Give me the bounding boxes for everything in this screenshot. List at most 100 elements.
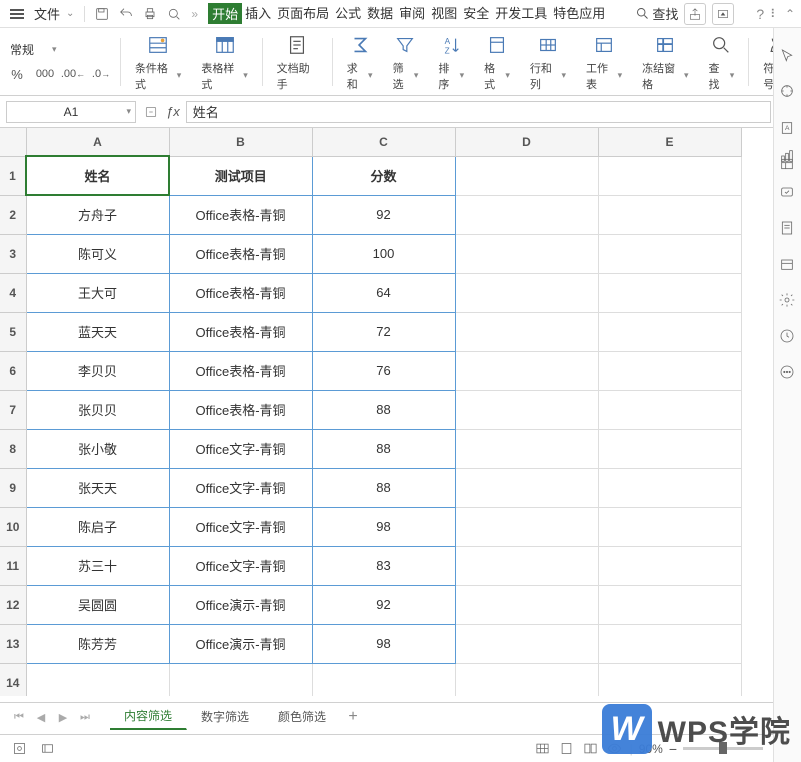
cell[interactable]: 88	[312, 390, 455, 429]
cell[interactable]	[455, 195, 598, 234]
cell[interactable]: 王大可	[26, 273, 169, 312]
help-side-icon[interactable]	[779, 256, 797, 274]
row-header[interactable]: 8	[0, 429, 26, 468]
cell[interactable]: Office文字-青铜	[169, 429, 312, 468]
cell[interactable]	[455, 429, 598, 468]
freeze-button[interactable]: 冻结窗格▾	[636, 30, 694, 94]
cell[interactable]	[598, 468, 741, 507]
cell[interactable]: 陈启子	[26, 507, 169, 546]
cell[interactable]	[598, 507, 741, 546]
cell[interactable]: 100	[312, 234, 455, 273]
help-icon[interactable]: ?	[756, 6, 764, 22]
row-header[interactable]: 2	[0, 195, 26, 234]
decimal-inc-button[interactable]: .00←	[62, 64, 84, 84]
record-macro-icon[interactable]	[10, 740, 28, 758]
row-header[interactable]: 1	[0, 156, 26, 195]
find-button[interactable]: 查找▾	[703, 30, 741, 94]
cell[interactable]: Office演示-青铜	[169, 585, 312, 624]
cell[interactable]	[455, 624, 598, 663]
tab-layout[interactable]: 页面布局	[274, 3, 332, 24]
doc-helper-button[interactable]: 文档助手	[271, 30, 324, 94]
fx-icon[interactable]: ƒx	[166, 104, 180, 119]
cell[interactable]	[598, 429, 741, 468]
row-header[interactable]: 7	[0, 390, 26, 429]
cell[interactable]	[598, 273, 741, 312]
undo-icon[interactable]	[115, 3, 137, 25]
minimize-ribbon-icon[interactable]: ⌃	[785, 7, 795, 21]
cell[interactable]	[455, 585, 598, 624]
cell[interactable]	[598, 624, 741, 663]
thousand-button[interactable]: 000	[34, 64, 56, 84]
row-header[interactable]: 4	[0, 273, 26, 312]
decimal-dec-button[interactable]: .0→	[90, 64, 112, 84]
tab-formula[interactable]: 公式	[332, 3, 364, 24]
cell[interactable]: Office表格-青铜	[169, 195, 312, 234]
template-icon[interactable]	[779, 220, 797, 238]
row-header[interactable]: 12	[0, 585, 26, 624]
tab-data[interactable]: 数据	[364, 3, 396, 24]
cell[interactable]: Office表格-青铜	[169, 351, 312, 390]
row-header[interactable]: 13	[0, 624, 26, 663]
filter-button[interactable]: 筛选▾	[387, 30, 425, 94]
menu-file[interactable]: 文件	[30, 4, 64, 23]
fx-cancel-icon[interactable]	[142, 103, 160, 121]
cell-b1[interactable]: 测试项目	[169, 156, 312, 195]
tab-start[interactable]: 开始	[208, 3, 242, 24]
cell[interactable]: 李贝贝	[26, 351, 169, 390]
cell[interactable]: Office文字-青铜	[169, 507, 312, 546]
layout-icon[interactable]	[779, 156, 797, 174]
percent-button[interactable]: %	[6, 64, 28, 84]
cell[interactable]: 张天天	[26, 468, 169, 507]
cell[interactable]	[598, 390, 741, 429]
format-button[interactable]: 格式▾	[478, 30, 516, 94]
format-select[interactable]: 常规	[6, 39, 46, 60]
cell[interactable]: 88	[312, 468, 455, 507]
col-header-d[interactable]: D	[455, 128, 598, 156]
save-icon[interactable]	[91, 3, 113, 25]
row-header[interactable]: 5	[0, 312, 26, 351]
sheet-tab-1[interactable]: 内容筛选	[110, 703, 187, 730]
sheet-tab-3[interactable]: 颜色筛选	[264, 704, 341, 729]
cell[interactable]: Office表格-青铜	[169, 390, 312, 429]
rowcol-button[interactable]: 行和列▾	[524, 30, 572, 94]
cell[interactable]	[598, 585, 741, 624]
row-header[interactable]: 6	[0, 351, 26, 390]
grid-table[interactable]: A B C D E 1 姓名 测试项目 分数 2 方舟子 Office表格-青铜…	[0, 128, 742, 696]
cell[interactable]: Office表格-青铜	[169, 312, 312, 351]
cell[interactable]	[455, 312, 598, 351]
view-split-icon[interactable]	[582, 740, 600, 758]
tab-security[interactable]: 安全	[460, 3, 492, 24]
view-normal-icon[interactable]	[534, 740, 552, 758]
cell[interactable]: 吴圆圆	[26, 585, 169, 624]
cell[interactable]: 92	[312, 585, 455, 624]
collapse-icon[interactable]	[712, 3, 734, 25]
tab-dev[interactable]: 开发工具	[492, 3, 550, 24]
cell[interactable]: 张贝贝	[26, 390, 169, 429]
row-header[interactable]: 14	[0, 663, 26, 696]
cell[interactable]: 陈芳芳	[26, 624, 169, 663]
menu-file-dropdown-icon[interactable]: ⌄	[66, 8, 78, 19]
row-header[interactable]: 9	[0, 468, 26, 507]
select-object-icon[interactable]	[779, 83, 797, 101]
cell[interactable]	[455, 390, 598, 429]
cell[interactable]	[598, 234, 741, 273]
cell[interactable]	[598, 351, 741, 390]
cell[interactable]: Office演示-青铜	[169, 624, 312, 663]
sum-button[interactable]: 求和▾	[341, 30, 379, 94]
cell[interactable]: 88	[312, 429, 455, 468]
cell[interactable]: 72	[312, 312, 455, 351]
cell[interactable]	[455, 468, 598, 507]
cell-c1[interactable]: 分数	[312, 156, 455, 195]
cell[interactable]	[455, 351, 598, 390]
row-header[interactable]: 11	[0, 546, 26, 585]
cell[interactable]: 83	[312, 546, 455, 585]
share-icon[interactable]	[684, 3, 706, 25]
cell[interactable]: 方舟子	[26, 195, 169, 234]
cell-reference-box[interactable]: A1▾	[6, 101, 136, 123]
print-icon[interactable]	[139, 3, 161, 25]
tab-review[interactable]: 审阅	[396, 3, 428, 24]
add-sheet-button[interactable]: +	[341, 708, 365, 726]
cell[interactable]	[169, 663, 312, 696]
cell[interactable]	[598, 663, 741, 696]
tab-insert[interactable]: 插入	[242, 3, 274, 24]
